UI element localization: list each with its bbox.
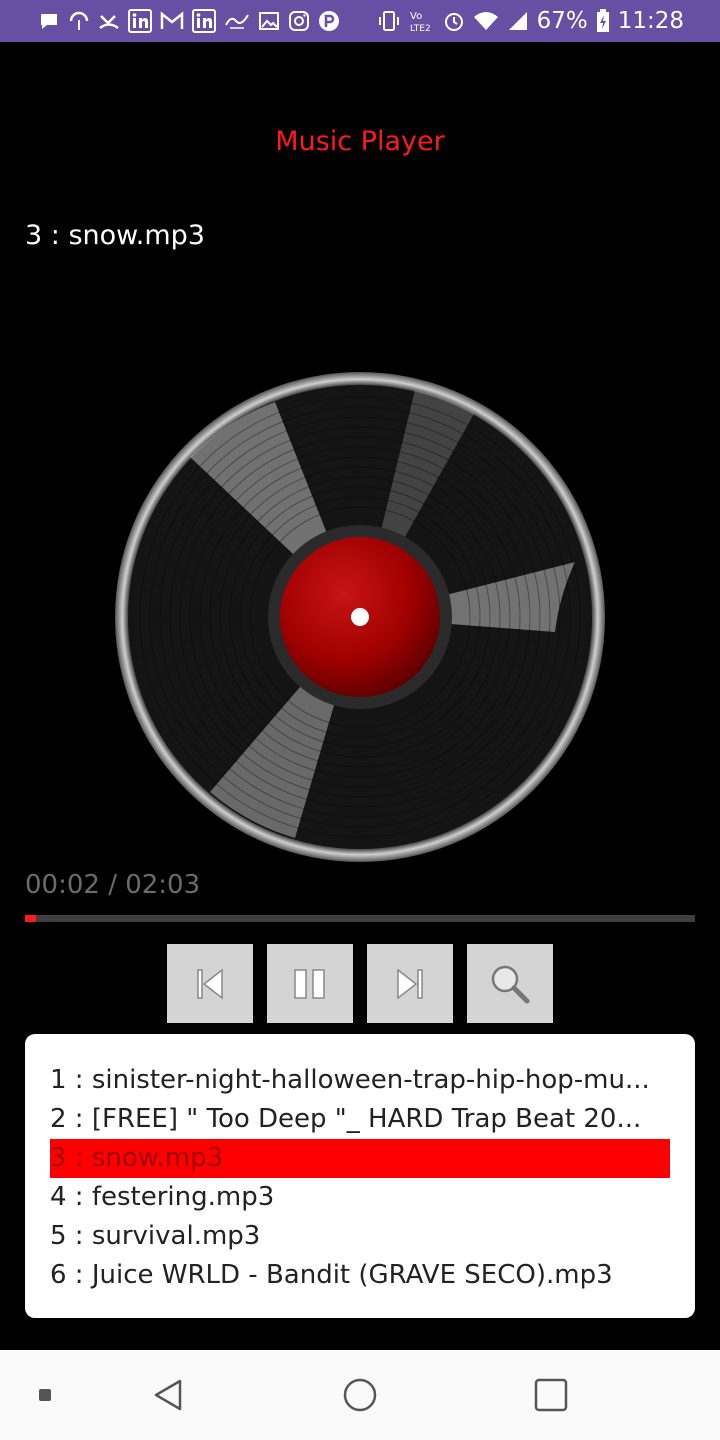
battery-percent: 67%: [536, 8, 588, 34]
clock-time: 11:28: [617, 8, 684, 34]
notification-icons: [38, 8, 340, 34]
linkedin-icon: [128, 9, 152, 33]
navigation-bar: [0, 1350, 720, 1440]
playlist: 1 : sinister-night-halloween-trap-hip-ho…: [25, 1034, 695, 1318]
svg-text:LTE2: LTE2: [410, 24, 431, 33]
skip-next-icon: [397, 967, 423, 1000]
previous-button[interactable]: [167, 944, 253, 1023]
back-icon[interactable]: [150, 1377, 186, 1413]
system-status: Vo LTE2 67% 11:28: [377, 8, 684, 34]
playback-controls: [167, 944, 553, 1023]
battery-icon: [596, 9, 609, 32]
recents-icon[interactable]: [533, 1377, 569, 1413]
vibrate-icon: [378, 11, 399, 31]
food-app-icon: [225, 14, 249, 29]
hotspot-icon: [69, 11, 89, 30]
next-button[interactable]: [367, 944, 453, 1023]
playlist-item[interactable]: 5 : survival.mp3: [50, 1217, 670, 1256]
playlist-item[interactable]: 6 : Juice WRLD - Bandit (GRAVE SECO).mp3: [50, 1256, 670, 1295]
gallery-icon: [259, 12, 279, 30]
wifi-icon: [473, 12, 498, 30]
instagram-icon: [289, 11, 309, 31]
volte-icon: Vo LTE2: [410, 11, 431, 33]
app-title: Music Player: [275, 126, 445, 157]
gmail-icon: [160, 11, 184, 29]
pause-icon: [294, 968, 325, 999]
signal-icon: [508, 12, 527, 30]
search-button[interactable]: [467, 944, 553, 1023]
search-icon: [491, 965, 530, 1003]
vinyl-record-image: [115, 372, 605, 862]
playlist-item[interactable]: 2 : [FREE] " Too Deep "_ HARD Trap Beat …: [50, 1100, 670, 1139]
playback-time-label: 00:02 / 02:03: [25, 870, 201, 900]
paytm-icon: [319, 11, 339, 31]
alarm-icon: [444, 13, 463, 31]
seek-bar-progress: [25, 915, 36, 922]
svg-text:Vo: Vo: [410, 11, 422, 22]
now-playing-label: 3 : snow.mp3: [25, 220, 205, 251]
skip-previous-icon: [197, 967, 223, 1000]
playlist-item[interactable]: 4 : festering.mp3: [50, 1178, 670, 1217]
status-bar: Vo LTE2 67% 11:28: [0, 0, 720, 42]
linkedin-icon: [192, 9, 216, 33]
home-icon[interactable]: [342, 1377, 378, 1413]
dot-icon: [39, 1389, 51, 1401]
chat-bubble-icon: [41, 14, 57, 29]
playlist-item[interactable]: 1 : sinister-night-halloween-trap-hip-ho…: [50, 1061, 670, 1100]
missed-call-icon: [99, 15, 119, 30]
pause-button[interactable]: [267, 944, 353, 1023]
seek-bar[interactable]: [25, 915, 695, 922]
playlist-item-active[interactable]: 3 : snow.mp3: [50, 1139, 670, 1178]
